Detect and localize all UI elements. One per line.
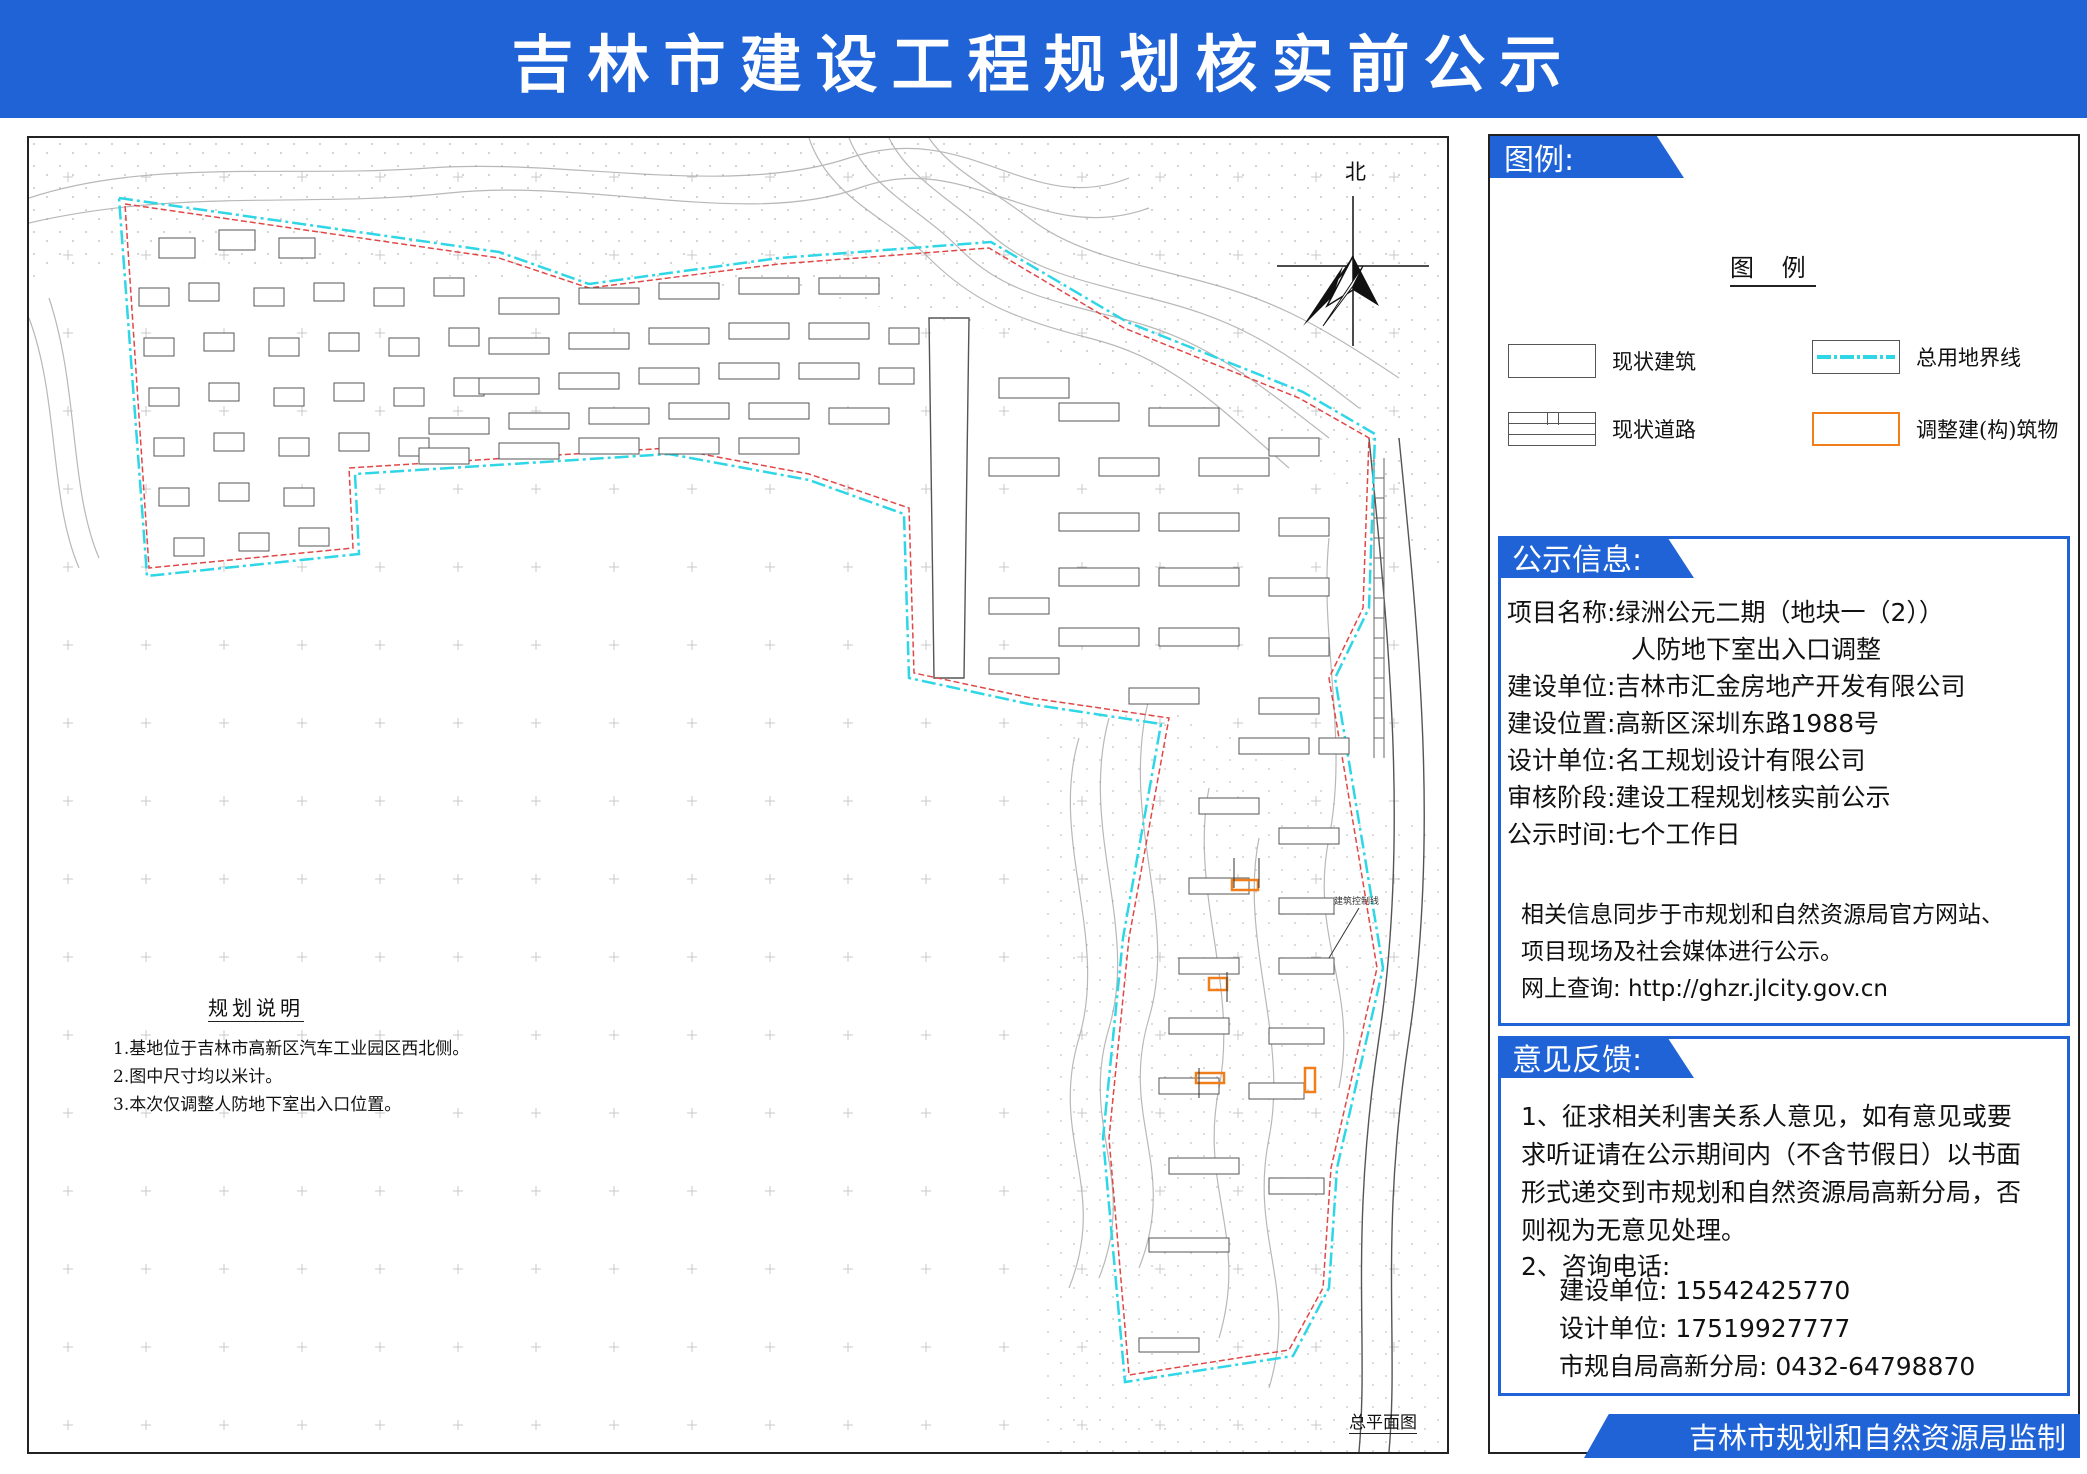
page-title: 吉林市建设工程规划核实前公示 — [511, 28, 1576, 101]
phone-bureau: 市规自局高新分局: 0432-64798870 — [1559, 1352, 1976, 1381]
legend-item-boundary: 总用地界线 — [1812, 340, 2021, 374]
legend-item-existing-building: 现状建筑 — [1508, 344, 1696, 378]
north-label: 北 — [1345, 160, 1366, 184]
info-panel: 图例: 图 例 现状建筑 总用地界线 现状道路 调整建(构)筑物 公示信息: 项… — [1488, 134, 2080, 1458]
legend-item-existing-road: 现状道路 — [1508, 412, 1696, 446]
project-name-line2: 人防地下室出入口调整 — [1631, 635, 1882, 664]
stage-value: 建设工程规划核实前公示 — [1615, 783, 1891, 812]
feedback-section-title: 意见反馈: — [1498, 1036, 1694, 1078]
road-swatch-icon — [1508, 412, 1596, 446]
period-value: 七个工作日 — [1615, 820, 1741, 849]
designer-label: 设计单位: — [1507, 746, 1616, 775]
planning-note-1: 1.基地位于吉林市高新区汽车工业园区西北侧。 — [113, 1039, 470, 1059]
legend-label: 调整建(构)筑物 — [1916, 418, 2059, 442]
phone-builder: 建设单位: 15542425770 — [1559, 1276, 1851, 1305]
builder-value: 吉林市汇金房地产开发有限公司 — [1615, 672, 1966, 701]
building-swatch-icon — [1508, 344, 1596, 378]
feedback-p1-line4: 则视为无意见处理。 — [1521, 1216, 1747, 1245]
road-label: 建筑控制线 — [1334, 895, 1379, 907]
legend-section-title: 图例: — [1490, 136, 1684, 178]
period-row: 公示时间:七个工作日 — [1507, 815, 1740, 851]
planning-note-2: 2.图中尺寸均以米计。 — [113, 1067, 283, 1087]
period-label: 公示时间: — [1507, 820, 1616, 849]
stage-row: 审核阶段:建设工程规划核实前公示 — [1507, 778, 1890, 814]
public-info-box: 公示信息: 项目名称:绿洲公元二期（地块一（2）） 人防地下室出入口调整 建设单… — [1498, 536, 2070, 1026]
designer-row: 设计单位:名工规划设计有限公司 — [1507, 741, 1865, 777]
planning-notes-title: 规划说明 — [208, 992, 304, 1022]
legend-label: 现状建筑 — [1612, 350, 1696, 374]
notice-page: 吉林市建设工程规划核实前公示 建筑控制线 北 规划说明 1.基地位于吉林市高新区… — [0, 0, 2087, 1474]
location-row: 建设位置:高新区深圳东路1988号 — [1507, 704, 1879, 740]
plan-caption: 总平面图 — [1349, 1408, 1417, 1434]
legend-label: 现状道路 — [1612, 418, 1696, 442]
location-value: 高新区深圳东路1988号 — [1615, 709, 1880, 738]
feedback-p1-line3: 形式递交到市规划和自然资源局高新分局，否 — [1521, 1178, 2022, 1207]
site-plan-map: 建筑控制线 北 规划说明 1.基地位于吉林市高新区汽车工业园区西北侧。 2.图中… — [27, 136, 1449, 1454]
feedback-box: 意见反馈: 1、征求相关利害关系人意见，如有意见或要 求听证请在公示期间内（不含… — [1498, 1036, 2070, 1396]
supervisor-bar: 吉林市规划和自然资源局监制 — [1584, 1414, 2080, 1458]
stage-label: 审核阶段: — [1507, 783, 1616, 812]
project-name-row: 项目名称:绿洲公元二期（地块一（2）） — [1507, 593, 1944, 629]
planning-note-3: 3.本次仅调整人防地下室出入口位置。 — [113, 1095, 402, 1115]
feedback-p1-line1: 1、征求相关利害关系人意见，如有意见或要 — [1521, 1102, 2012, 1131]
site-plan-drawing: 建筑控制线 — [29, 138, 1447, 1452]
legend-heading: 图 例 — [1730, 248, 1816, 287]
builder-label: 建设单位: — [1507, 672, 1616, 701]
website-link[interactable]: 网上查询: http://ghzr.jlcity.gov.cn — [1521, 969, 1888, 1003]
legend-item-adjusted-building: 调整建(构)筑物 — [1812, 412, 2058, 446]
info-section-title: 公示信息: — [1498, 536, 1694, 578]
sync-note-line1: 相关信息同步于市规划和自然资源局官方网站、 — [1521, 902, 2004, 928]
phone-designer: 设计单位: 17519927777 — [1559, 1314, 1851, 1343]
sync-note-line2: 项目现场及社会媒体进行公示。 — [1521, 939, 1843, 965]
project-name-label: 项目名称: — [1507, 598, 1616, 627]
designer-value: 名工规划设计有限公司 — [1615, 746, 1866, 775]
boundary-line-icon — [1812, 340, 1900, 374]
feedback-p1-line2: 求听证请在公示期间内（不含节假日）以书面 — [1521, 1140, 2022, 1169]
builder-row: 建设单位:吉林市汇金房地产开发有限公司 — [1507, 667, 1965, 703]
project-name-value: 绿洲公元二期（地块一（2）） — [1615, 598, 1944, 627]
legend-label: 总用地界线 — [1916, 346, 2021, 370]
top-banner: 吉林市建设工程规划核实前公示 — [0, 0, 2087, 118]
adjusted-building-icon — [1812, 412, 1900, 446]
location-label: 建设位置: — [1507, 709, 1616, 738]
